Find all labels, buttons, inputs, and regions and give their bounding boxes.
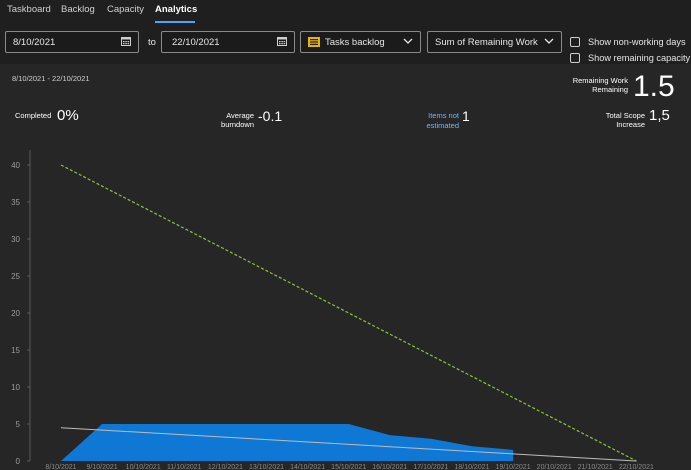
- end-date-value: 22/10/2021: [172, 37, 220, 48]
- show-non-working-days-label: Show non-working days: [588, 37, 686, 47]
- tab-backlog[interactable]: Backlog: [61, 4, 95, 15]
- x-tick-label: 10/10/2021: [126, 464, 161, 470]
- start-date-picker[interactable]: 8/10/2021: [5, 31, 139, 53]
- completed-value: 0%: [57, 107, 79, 124]
- total-scope-increase-label-line2: Increase: [616, 120, 645, 129]
- burndown-chart: 0 5 10 15 20 25 30 35 40 8/10/2021 9/10/2021 10/10/…: [11, 150, 654, 470]
- total-scope-increase-label-line1: Total Scope: [605, 111, 645, 120]
- y-tick-label: 35: [11, 198, 20, 207]
- chevron-down-icon: [403, 38, 413, 44]
- y-tick-label: 30: [11, 235, 20, 244]
- tab-taskboard[interactable]: Taskboard: [7, 4, 51, 15]
- ideal-trend-line: [60, 164, 637, 462]
- total-scope-increase-value: 1,5: [649, 107, 670, 124]
- remaining-work-value: 1.5: [633, 70, 675, 103]
- backlog-selected: Tasks backlog: [325, 37, 385, 48]
- total-scope-increase-label: Total Scope Increase: [580, 111, 645, 129]
- y-tick-label: 40: [11, 161, 20, 170]
- x-tick-label: 17/10/2021: [413, 464, 448, 470]
- x-tick-label: 20/10/2021: [537, 464, 572, 470]
- items-not-estimated-line1: Items not: [428, 111, 459, 120]
- end-date-picker[interactable]: 22/10/2021: [161, 31, 295, 53]
- x-tick-label: 19/10/2021: [496, 464, 531, 470]
- average-burndown-label-line1: Average: [226, 111, 254, 120]
- average-burndown-value: -0.1: [258, 108, 283, 124]
- x-tick-label: 21/10/2021: [578, 464, 613, 470]
- average-burndown-label-line2: burndown: [221, 120, 254, 129]
- x-tick-label: 18/10/2021: [454, 464, 489, 470]
- x-tick-label: 15/10/2021: [331, 464, 366, 470]
- view-tabs: Taskboard Backlog Capacity Analytics: [0, 0, 691, 26]
- date-range-label: 8/10/2021 - 22/10/2021: [12, 74, 90, 83]
- x-tick-label: 14/10/2021: [290, 464, 325, 470]
- y-tick-label: 20: [11, 309, 20, 318]
- x-tick-label: 12/10/2021: [208, 464, 243, 470]
- calendar-icon[interactable]: [277, 36, 287, 46]
- remaining-work-label-line2: Remaining: [592, 85, 628, 94]
- remaining-work-area: [61, 424, 514, 461]
- metric-selected: Sum of Remaining Work: [435, 37, 538, 48]
- x-tick-label: 8/10/2021: [45, 464, 76, 470]
- calendar-icon[interactable]: [121, 36, 131, 46]
- x-tick-label: 22/10/2021: [619, 464, 654, 470]
- items-not-estimated-value: 1: [462, 108, 470, 124]
- items-not-estimated-link[interactable]: Items not estimated: [400, 111, 459, 131]
- x-tick-label: 11/10/2021: [167, 464, 202, 470]
- remaining-work-label: Remaining Work Remaining: [548, 76, 628, 94]
- metric-dropdown[interactable]: Sum of Remaining Work: [427, 31, 562, 53]
- y-tick-label: 0: [16, 457, 21, 466]
- y-tick-label: 5: [16, 420, 21, 429]
- tab-analytics[interactable]: Analytics: [155, 4, 197, 15]
- y-tick-label: 25: [11, 272, 20, 281]
- tab-capacity[interactable]: Capacity: [107, 4, 144, 15]
- remaining-work-label-line1: Remaining Work: [572, 76, 628, 85]
- x-tick-label: 16/10/2021: [372, 464, 407, 470]
- date-range-to-label: to: [148, 37, 156, 48]
- start-date-value: 8/10/2021: [13, 37, 56, 48]
- chevron-down-icon: [544, 38, 554, 44]
- backlog-dropdown[interactable]: Tasks backlog: [300, 31, 421, 53]
- average-burndown-label: Average burndown: [200, 111, 254, 129]
- show-non-working-days-checkbox[interactable]: [570, 37, 580, 47]
- y-tick-label: 10: [11, 383, 20, 392]
- y-tick-label: 15: [11, 346, 20, 355]
- active-tab-indicator: [155, 21, 195, 23]
- show-remaining-capacity-label: Show remaining capacity: [588, 53, 691, 63]
- items-not-estimated-line2: estimated: [426, 121, 459, 130]
- show-remaining-capacity-checkbox[interactable]: [570, 53, 580, 63]
- x-tick-label: 9/10/2021: [87, 464, 118, 470]
- completed-label: Completed: [15, 111, 52, 120]
- x-tick-label: 13/10/2021: [249, 464, 284, 470]
- backlog-icon: [308, 37, 320, 47]
